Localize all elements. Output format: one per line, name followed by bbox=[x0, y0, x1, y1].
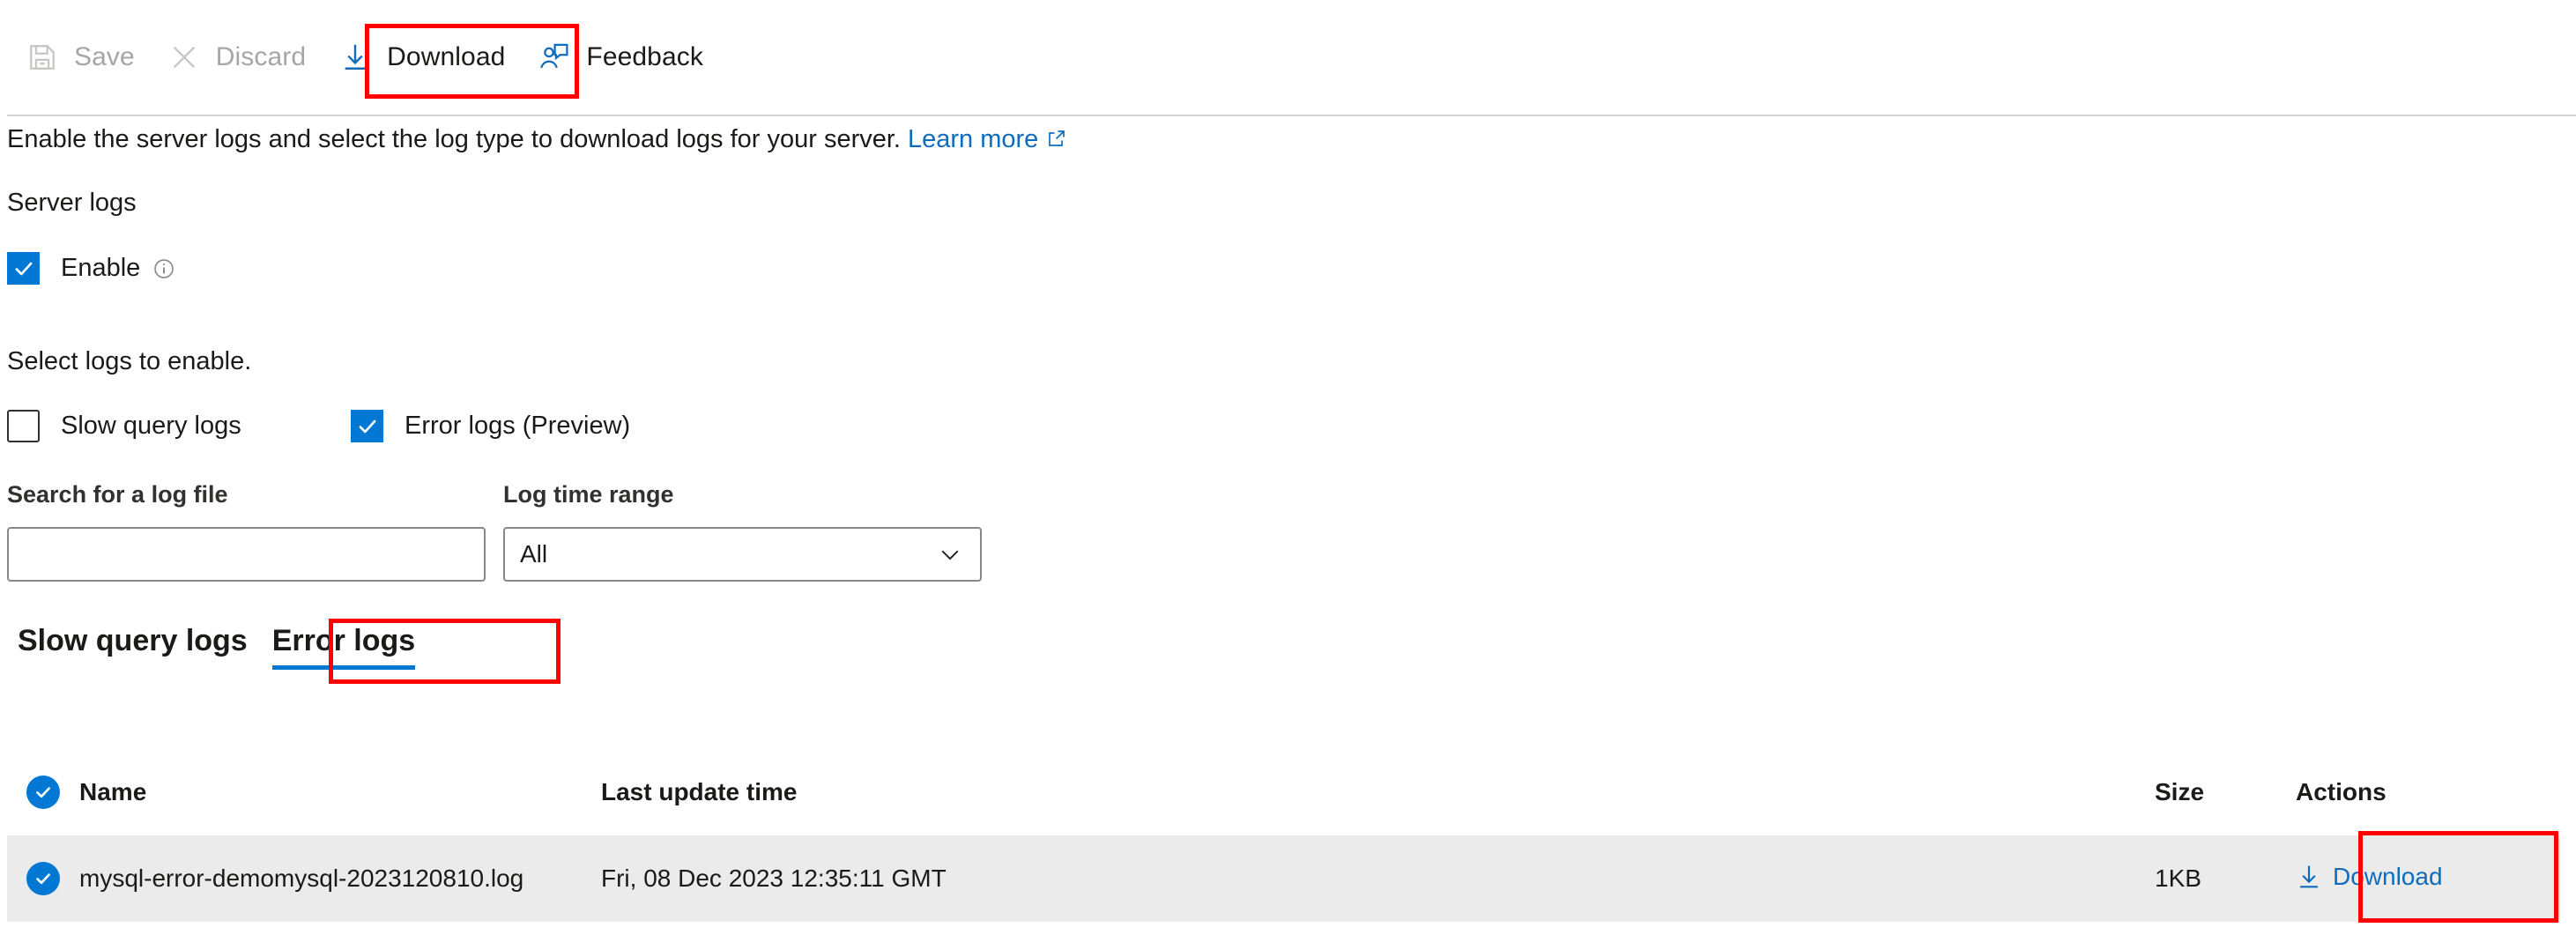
save-button[interactable]: Save bbox=[19, 30, 152, 85]
feedback-button[interactable]: Feedback bbox=[531, 30, 721, 85]
slow-query-logs-checkbox-row[interactable]: Slow query logs bbox=[7, 410, 241, 442]
error-logs-checkbox[interactable] bbox=[351, 410, 383, 442]
column-header-actions: Actions bbox=[2296, 780, 2560, 805]
chevron-down-icon bbox=[937, 541, 980, 568]
select-logs-hint: Select logs to enable. bbox=[7, 349, 251, 375]
info-icon[interactable] bbox=[152, 257, 175, 280]
error-logs-checkbox-row[interactable]: Error logs (Preview) bbox=[351, 410, 630, 442]
discard-label: Discard bbox=[216, 44, 306, 70]
description-text: Enable the server logs and select the lo… bbox=[7, 127, 1067, 154]
select-all-checkbox[interactable] bbox=[26, 775, 60, 809]
log-time-range-value: All bbox=[505, 542, 937, 567]
row-download-link[interactable]: Download bbox=[2296, 863, 2443, 891]
cell-actions: Download bbox=[2296, 863, 2560, 894]
download-icon bbox=[338, 40, 373, 75]
search-input-label: Search for a log file bbox=[7, 483, 228, 507]
download-icon bbox=[2296, 864, 2322, 890]
cell-size: 1KB bbox=[2155, 866, 2296, 891]
feedback-label: Feedback bbox=[586, 44, 703, 70]
download-label: Download bbox=[387, 44, 505, 70]
tab-slow-query-logs-label: Slow query logs bbox=[18, 624, 248, 657]
learn-more-link[interactable]: Learn more bbox=[908, 125, 1067, 153]
row-select-cell bbox=[7, 862, 79, 895]
save-label: Save bbox=[74, 44, 135, 70]
error-logs-label: Error logs (Preview) bbox=[405, 413, 630, 439]
row-checkbox[interactable] bbox=[26, 862, 60, 895]
discard-icon bbox=[167, 40, 202, 75]
tab-error-logs-label: Error logs bbox=[272, 624, 415, 657]
row-download-label: Download bbox=[2333, 863, 2443, 891]
table-row[interactable]: mysql-error-demomysql-2023120810.log Fri… bbox=[7, 835, 2560, 922]
command-bar: Save Discard Download Feedback bbox=[0, 0, 2576, 115]
enable-checkbox-row[interactable]: Enable bbox=[7, 252, 175, 285]
column-header-name[interactable]: Name bbox=[79, 780, 601, 805]
enable-checkbox-label: Enable bbox=[61, 256, 140, 281]
log-type-tabs: Slow query logs Error logs bbox=[18, 626, 427, 670]
log-time-range-select[interactable]: All bbox=[503, 527, 982, 582]
toolbar-divider bbox=[7, 115, 2576, 116]
download-button[interactable]: Download bbox=[332, 30, 523, 85]
description-body: Enable the server logs and select the lo… bbox=[7, 125, 901, 153]
slow-query-logs-label: Slow query logs bbox=[61, 413, 241, 439]
log-time-range-label: Log time range bbox=[503, 483, 674, 507]
save-icon bbox=[25, 40, 60, 75]
tab-error-logs[interactable]: Error logs bbox=[260, 626, 427, 670]
search-input[interactable] bbox=[7, 527, 486, 582]
column-header-size[interactable]: Size bbox=[2155, 780, 2296, 805]
column-header-last-update-time[interactable]: Last update time bbox=[601, 780, 1130, 805]
cell-name: mysql-error-demomysql-2023120810.log bbox=[79, 866, 601, 891]
slow-query-logs-checkbox[interactable] bbox=[7, 410, 40, 442]
cell-last-update-time: Fri, 08 Dec 2023 12:35:11 GMT bbox=[601, 866, 1130, 891]
external-link-icon bbox=[1046, 128, 1067, 154]
log-files-table: Name Last update time Size Actions mysql… bbox=[7, 749, 2560, 922]
feedback-icon bbox=[537, 40, 572, 75]
select-all-cell bbox=[7, 775, 79, 809]
tab-slow-query-logs[interactable]: Slow query logs bbox=[18, 626, 260, 670]
server-logs-section-label: Server logs bbox=[7, 190, 137, 216]
enable-checkbox[interactable] bbox=[7, 252, 40, 285]
learn-more-label: Learn more bbox=[908, 125, 1038, 153]
discard-button[interactable]: Discard bbox=[161, 30, 323, 85]
table-header-row: Name Last update time Size Actions bbox=[7, 749, 2560, 835]
